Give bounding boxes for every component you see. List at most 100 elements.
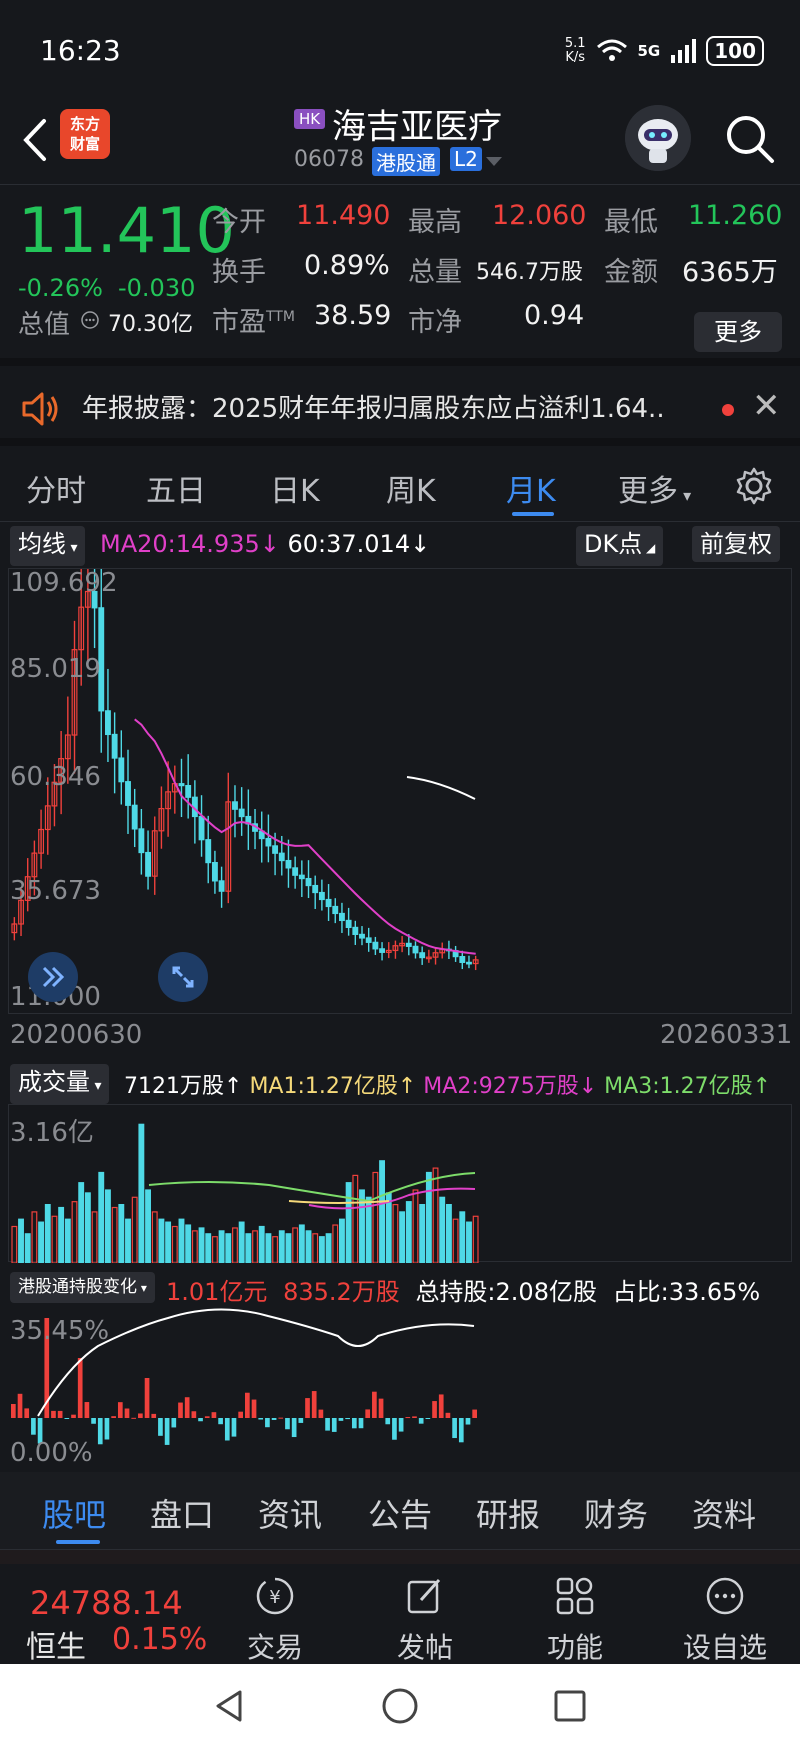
- volume-bar: [459, 1211, 466, 1264]
- volume-bar: [245, 1233, 252, 1264]
- holding-bar: [231, 1418, 237, 1437]
- volume-svg: [11, 1123, 479, 1264]
- holding-bar: [452, 1418, 457, 1439]
- trade-icon: ¥: [256, 1577, 294, 1615]
- expand-left-button[interactable]: [28, 952, 78, 1002]
- volume-bar: [298, 1224, 305, 1264]
- candle: [352, 920, 359, 945]
- trade-button[interactable]: ¥ 交易: [220, 1574, 330, 1666]
- tab-intraday[interactable]: 分时: [26, 466, 86, 510]
- tab-more[interactable]: 更多 ▾: [618, 466, 691, 510]
- back-arrow-icon[interactable]: [18, 115, 58, 165]
- robot-avatar-icon[interactable]: [625, 105, 691, 171]
- candle: [459, 950, 466, 970]
- announcement-bar[interactable]: 年报披露：2025财年年报归属股东应占溢利1.64.. ✕: [0, 372, 800, 446]
- candle: [225, 772, 232, 904]
- tab-announcements[interactable]: 公告: [368, 1490, 432, 1536]
- volume-chart[interactable]: [8, 1104, 792, 1264]
- date-start: 20200630: [10, 1020, 143, 1050]
- holding-bar: [138, 1413, 143, 1418]
- volume-selector[interactable]: 成交量 ▾: [10, 1064, 110, 1104]
- holding-bar: [271, 1418, 277, 1420]
- candle: [151, 816, 158, 895]
- tab-monthly-k[interactable]: 月K: [506, 466, 556, 510]
- last-price: 11.410: [18, 194, 235, 267]
- candle: [298, 860, 305, 897]
- info-icon[interactable]: [80, 310, 100, 330]
- volume-bar: [98, 1171, 105, 1264]
- volume-bar: [352, 1174, 359, 1264]
- candle: [145, 830, 151, 890]
- recents-square-icon[interactable]: [550, 1686, 590, 1726]
- holding-bar: [338, 1418, 344, 1421]
- tab-news[interactable]: 资讯: [258, 1490, 322, 1536]
- fullscreen-button[interactable]: [158, 952, 208, 1002]
- volume-bar: [18, 1218, 24, 1264]
- post-button[interactable]: 发帖: [370, 1574, 480, 1666]
- kline-chart[interactable]: [8, 532, 792, 1014]
- volume-bar: [185, 1224, 192, 1264]
- close-icon[interactable]: ✕: [752, 386, 781, 426]
- volume-bar: [138, 1123, 145, 1264]
- volume-bar: [38, 1221, 45, 1264]
- candle: [385, 942, 392, 959]
- volume-bar: [125, 1218, 131, 1264]
- volume-bar: [265, 1233, 272, 1264]
- holding-bar: [405, 1417, 411, 1419]
- volume-bar: [191, 1230, 198, 1264]
- volume-bar: [372, 1171, 379, 1264]
- more-quote-button[interactable]: 更多: [694, 312, 782, 352]
- back-triangle-icon[interactable]: [210, 1686, 250, 1726]
- add-watchlist-button[interactable]: 设自选: [670, 1574, 780, 1666]
- candle: [425, 949, 432, 963]
- candle: [432, 948, 439, 965]
- home-circle-icon[interactable]: [380, 1686, 420, 1726]
- bottom-nav: 24788.14 恒生 0.15% ¥ 交易 发帖 功能 设自选: [0, 1564, 800, 1666]
- tab-order-book[interactable]: 盘口: [150, 1490, 214, 1536]
- turnover-value: 0.89%: [304, 250, 390, 281]
- function-button[interactable]: 功能: [520, 1574, 630, 1666]
- candle: [258, 811, 265, 863]
- holding-bar: [438, 1394, 444, 1418]
- tab-guba[interactable]: 股吧: [42, 1490, 106, 1536]
- gear-icon[interactable]: [734, 466, 774, 506]
- volume-bar: [111, 1206, 118, 1264]
- candle: [365, 927, 372, 952]
- pb-value: 0.94: [524, 300, 585, 331]
- chevron-down-icon[interactable]: [486, 157, 502, 166]
- volume-bar: [419, 1203, 426, 1264]
- holding-bar: [425, 1418, 431, 1419]
- tab-daily-k[interactable]: 日K: [270, 466, 320, 510]
- dk-point-button[interactable]: DK点 ◢: [576, 526, 664, 566]
- tab-weekly-k[interactable]: 周K: [386, 466, 436, 510]
- volume-bar: [58, 1206, 65, 1264]
- tab-profile[interactable]: 资料: [692, 1490, 756, 1536]
- search-icon[interactable]: [722, 111, 778, 167]
- holding-bar: [184, 1397, 190, 1418]
- holding-bar: [71, 1414, 76, 1418]
- app-logo[interactable]: 东方 财富: [60, 109, 110, 159]
- candle: [218, 866, 225, 908]
- holding-selector[interactable]: 港股通持股变化 ▾: [10, 1272, 155, 1303]
- ma-selector[interactable]: 均线 ▾: [10, 526, 86, 566]
- pb-field: 市净: [408, 307, 462, 338]
- candle: [439, 942, 446, 959]
- amount-value: 6365万: [682, 257, 778, 288]
- tab-five-day[interactable]: 五日: [146, 466, 206, 510]
- holding-indicator-bar: 港股通持股变化 ▾ 1.01亿元 835.2万股 总持股:2.08亿股 占比:3…: [0, 1266, 800, 1306]
- volume-bar: [91, 1211, 98, 1264]
- connect-tag: 港股通: [372, 147, 440, 176]
- battery-icon: 100: [706, 36, 764, 66]
- holding-bar: [64, 1418, 70, 1419]
- network-speed: 5.1 K/s: [564, 36, 586, 65]
- holding-bar: [378, 1398, 384, 1418]
- tab-finance[interactable]: 财务: [584, 1490, 648, 1536]
- holding-chart[interactable]: [8, 1306, 792, 1466]
- tab-research[interactable]: 研报: [476, 1490, 540, 1536]
- holding-bar: [285, 1418, 290, 1430]
- open-value: 11.490: [296, 200, 391, 231]
- candle: [232, 785, 238, 838]
- holding-bar: [372, 1391, 377, 1418]
- holding-bar: [412, 1416, 417, 1418]
- adjust-button[interactable]: 前复权: [692, 526, 780, 562]
